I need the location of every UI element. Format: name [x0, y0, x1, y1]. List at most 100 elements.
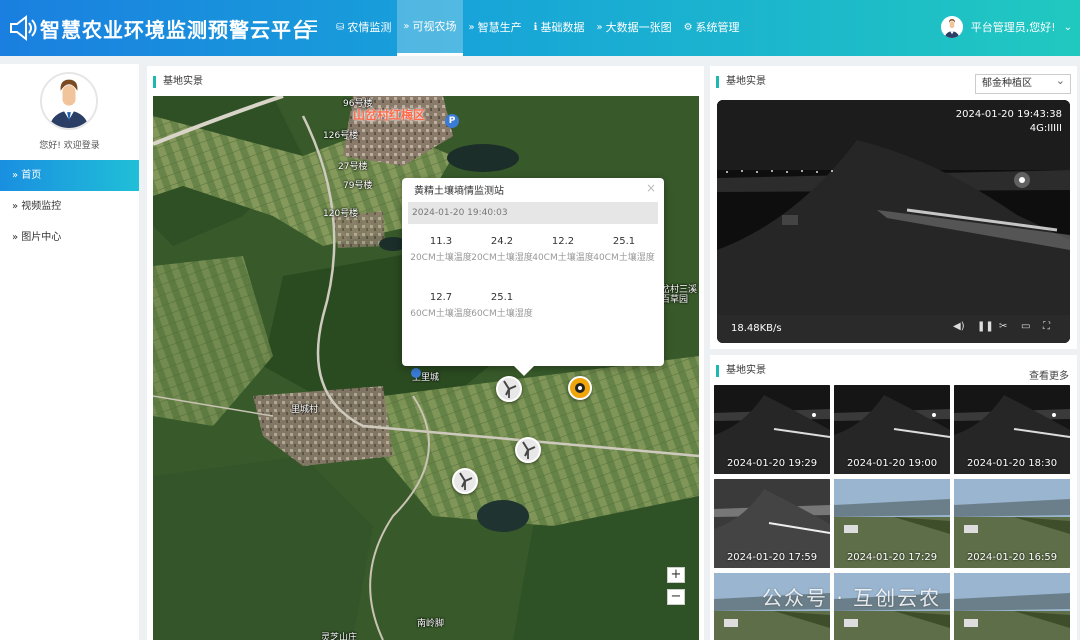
chevron-right-icon: » [596, 22, 603, 33]
video-controls: 18.48KB/s ◀) ❚❚ ✂ ▭ ⛶ [717, 315, 1070, 343]
scissors-icon[interactable]: ✂ [999, 321, 1007, 332]
reading-label: 20CM土壤湿度 [471, 253, 533, 263]
parking-icon[interactable]: P [445, 114, 459, 128]
reading-label: 40CM土壤温度 [532, 253, 594, 263]
map-label: 126号楼 [323, 131, 359, 141]
camera-marker[interactable] [568, 376, 592, 400]
record-icon[interactable]: ▭ [1021, 321, 1030, 332]
welcome-text: 您好! 欢迎登录 [39, 141, 100, 151]
nav-item-label: 大数据一张图 [605, 21, 672, 34]
user-avatar[interactable] [940, 16, 963, 38]
top-header: 智慧农业环境监测预警云平台 ☰ ⛁ 农情监测» 可视农场» 智慧生产 ℹ 基础数据» 大数据… [0, 0, 1080, 56]
fullscreen-icon[interactable]: ⛶ [1043, 321, 1050, 332]
database-icon: ⛁ [336, 22, 345, 33]
map-label: 百草园 [661, 295, 689, 305]
signal-strength: 4G:IIIII [1029, 123, 1062, 134]
menu-toggle-icon[interactable]: ☰ [304, 17, 318, 36]
avatar [40, 72, 98, 130]
nav-item[interactable]: » 大数据一张图 [590, 0, 677, 56]
chevron-right-icon: » [468, 22, 475, 33]
sidebar-item[interactable]: » 视频监控 [0, 191, 139, 222]
sidebar-item[interactable]: » 首页 [0, 160, 139, 191]
sensor-reading: 12.7 60CM土壤温度 [410, 290, 472, 322]
nav-item[interactable]: ⚙ 系统管理 [678, 0, 746, 56]
station-marker[interactable] [515, 437, 541, 463]
map-panel-title: 基地实景 [153, 76, 203, 88]
top-nav: ⛁ 农情监测» 可视农场» 智慧生产 ℹ 基础数据» 大数据一张图 ⚙ 系统管理 [330, 0, 746, 56]
user-area[interactable]: 平台管理员,您好! ⌄ [940, 16, 1072, 38]
map-label: 79号楼 [343, 181, 373, 191]
nav-item[interactable]: ℹ 基础数据 [528, 0, 591, 56]
nav-item-label: 智慧生产 [477, 21, 522, 34]
sensor-reading: 25.1 40CM土壤湿度 [593, 234, 655, 266]
video-panel: 基地实景 郁金种植区 2024-01-20 19:43:38 4G:IIIII … [710, 66, 1077, 349]
sensor-reading: 24.2 20CM土壤湿度 [471, 234, 533, 266]
nav-item-label: 系统管理 [695, 21, 740, 34]
map-label: 120号楼 [323, 209, 359, 219]
video-panel-title: 基地实景 [716, 76, 766, 88]
gallery-thumbnail[interactable]: 2024-01-20 17:29 [834, 479, 950, 568]
pause-icon[interactable]: ❚❚ [977, 321, 994, 332]
reading-value: 11.3 [429, 236, 453, 247]
video-timestamp: 2024-01-20 19:43:38 4G:IIIII [955, 109, 1062, 134]
zoom-in-button[interactable]: + [667, 567, 685, 583]
reading-value: 25.1 [490, 292, 514, 303]
sensor-reading: 11.3 20CM土壤温度 [410, 234, 472, 266]
nav-item-label: 农情监测 [347, 21, 392, 34]
reading-value: 12.7 [429, 292, 453, 303]
map-label: 里城村 [291, 405, 319, 415]
station-popup: 黄精土壤墒情监测站 × 2024-01-20 19:40:03 11.3 20CM… [402, 178, 664, 376]
app-title: 智慧农业环境监测预警云平台 [40, 18, 313, 42]
location-pin-icon [411, 368, 421, 378]
reading-label: 20CM土壤温度 [410, 253, 472, 263]
view-more-link[interactable]: 查看更多 [1029, 367, 1069, 382]
popup-timestamp: 2024-01-20 19:40:03 [408, 202, 658, 224]
chevron-down-icon[interactable]: ⌄ [1064, 22, 1072, 33]
reading-label: 60CM土壤温度 [410, 309, 472, 319]
popup-title: 黄精土壤墒情监测站 [414, 186, 504, 197]
nav-item[interactable]: » 智慧生产 [463, 0, 528, 56]
gallery-thumbnail[interactable]: 2024-01-20 19:00 [834, 385, 950, 474]
gallery-thumbnail[interactable]: 2024-01-20 19:29 [714, 385, 830, 474]
map-label: 南岭脚 [417, 619, 445, 629]
zoom-out-button[interactable]: − [667, 589, 685, 605]
nav-item-label: 基础数据 [540, 21, 585, 34]
gallery-thumbnail[interactable] [954, 573, 1070, 640]
stream-speed: 18.48KB/s [731, 323, 782, 334]
reading-label: 60CM土壤湿度 [471, 309, 533, 319]
side-menu: » 首页» 视频监控» 图片中心 [0, 160, 139, 253]
wind-turbine-icon [459, 472, 473, 490]
map-label: 27号楼 [338, 162, 368, 172]
sidebar-item[interactable]: » 图片中心 [0, 222, 139, 253]
user-greeting: 平台管理员,您好! [970, 21, 1056, 34]
station-marker[interactable] [496, 376, 522, 402]
station-marker[interactable] [452, 468, 478, 494]
thumbnail-timestamp: 2024-01-20 17:59 [726, 552, 818, 563]
live-video[interactable]: 2024-01-20 19:43:38 4G:IIIII 18.48KB/s ◀… [717, 100, 1070, 343]
gallery-panel-title: 基地实景 [716, 365, 766, 377]
gallery-thumbnail[interactable]: 2024-01-20 17:59 [714, 479, 830, 568]
reading-value: 12.2 [551, 236, 575, 247]
reading-value: 25.1 [612, 236, 636, 247]
megaphone-logo-icon [10, 14, 37, 42]
nav-item[interactable]: » 可视农场 [397, 0, 463, 56]
sensor-reading: 12.2 40CM土壤温度 [532, 234, 594, 266]
nav-item[interactable]: ⛁ 农情监测 [330, 0, 397, 56]
watermark: 公众号 · 互创云农 [762, 586, 942, 610]
chevron-right-icon: » [403, 20, 410, 32]
gear-icon: ⚙ [683, 22, 693, 33]
wind-turbine-icon [503, 380, 517, 398]
gallery-thumbnail[interactable]: 2024-01-20 18:30 [954, 385, 1070, 474]
volume-icon[interactable]: ◀) [953, 321, 965, 332]
thumbnail-timestamp: 2024-01-20 18:30 [966, 458, 1058, 469]
wind-turbine-icon [522, 441, 536, 459]
thumbnail-timestamp: 2024-01-20 19:00 [846, 458, 938, 469]
sidebar: 您好! 欢迎登录 » 首页» 视频监控» 图片中心 [0, 64, 139, 640]
nav-item-label: 可视农场 [412, 19, 457, 33]
video-frame [717, 100, 1070, 343]
thumbnail-timestamp: 2024-01-20 19:29 [726, 458, 818, 469]
satellite-map[interactable]: 96号楼 山岔村红梅区 P 126号楼 27号楼 79号楼 120号楼 岔村三溪… [153, 96, 699, 640]
area-select[interactable]: 郁金种植区 [975, 72, 1071, 94]
gallery-thumbnail[interactable]: 2024-01-20 16:59 [954, 479, 1070, 568]
close-icon[interactable]: × [646, 181, 656, 195]
